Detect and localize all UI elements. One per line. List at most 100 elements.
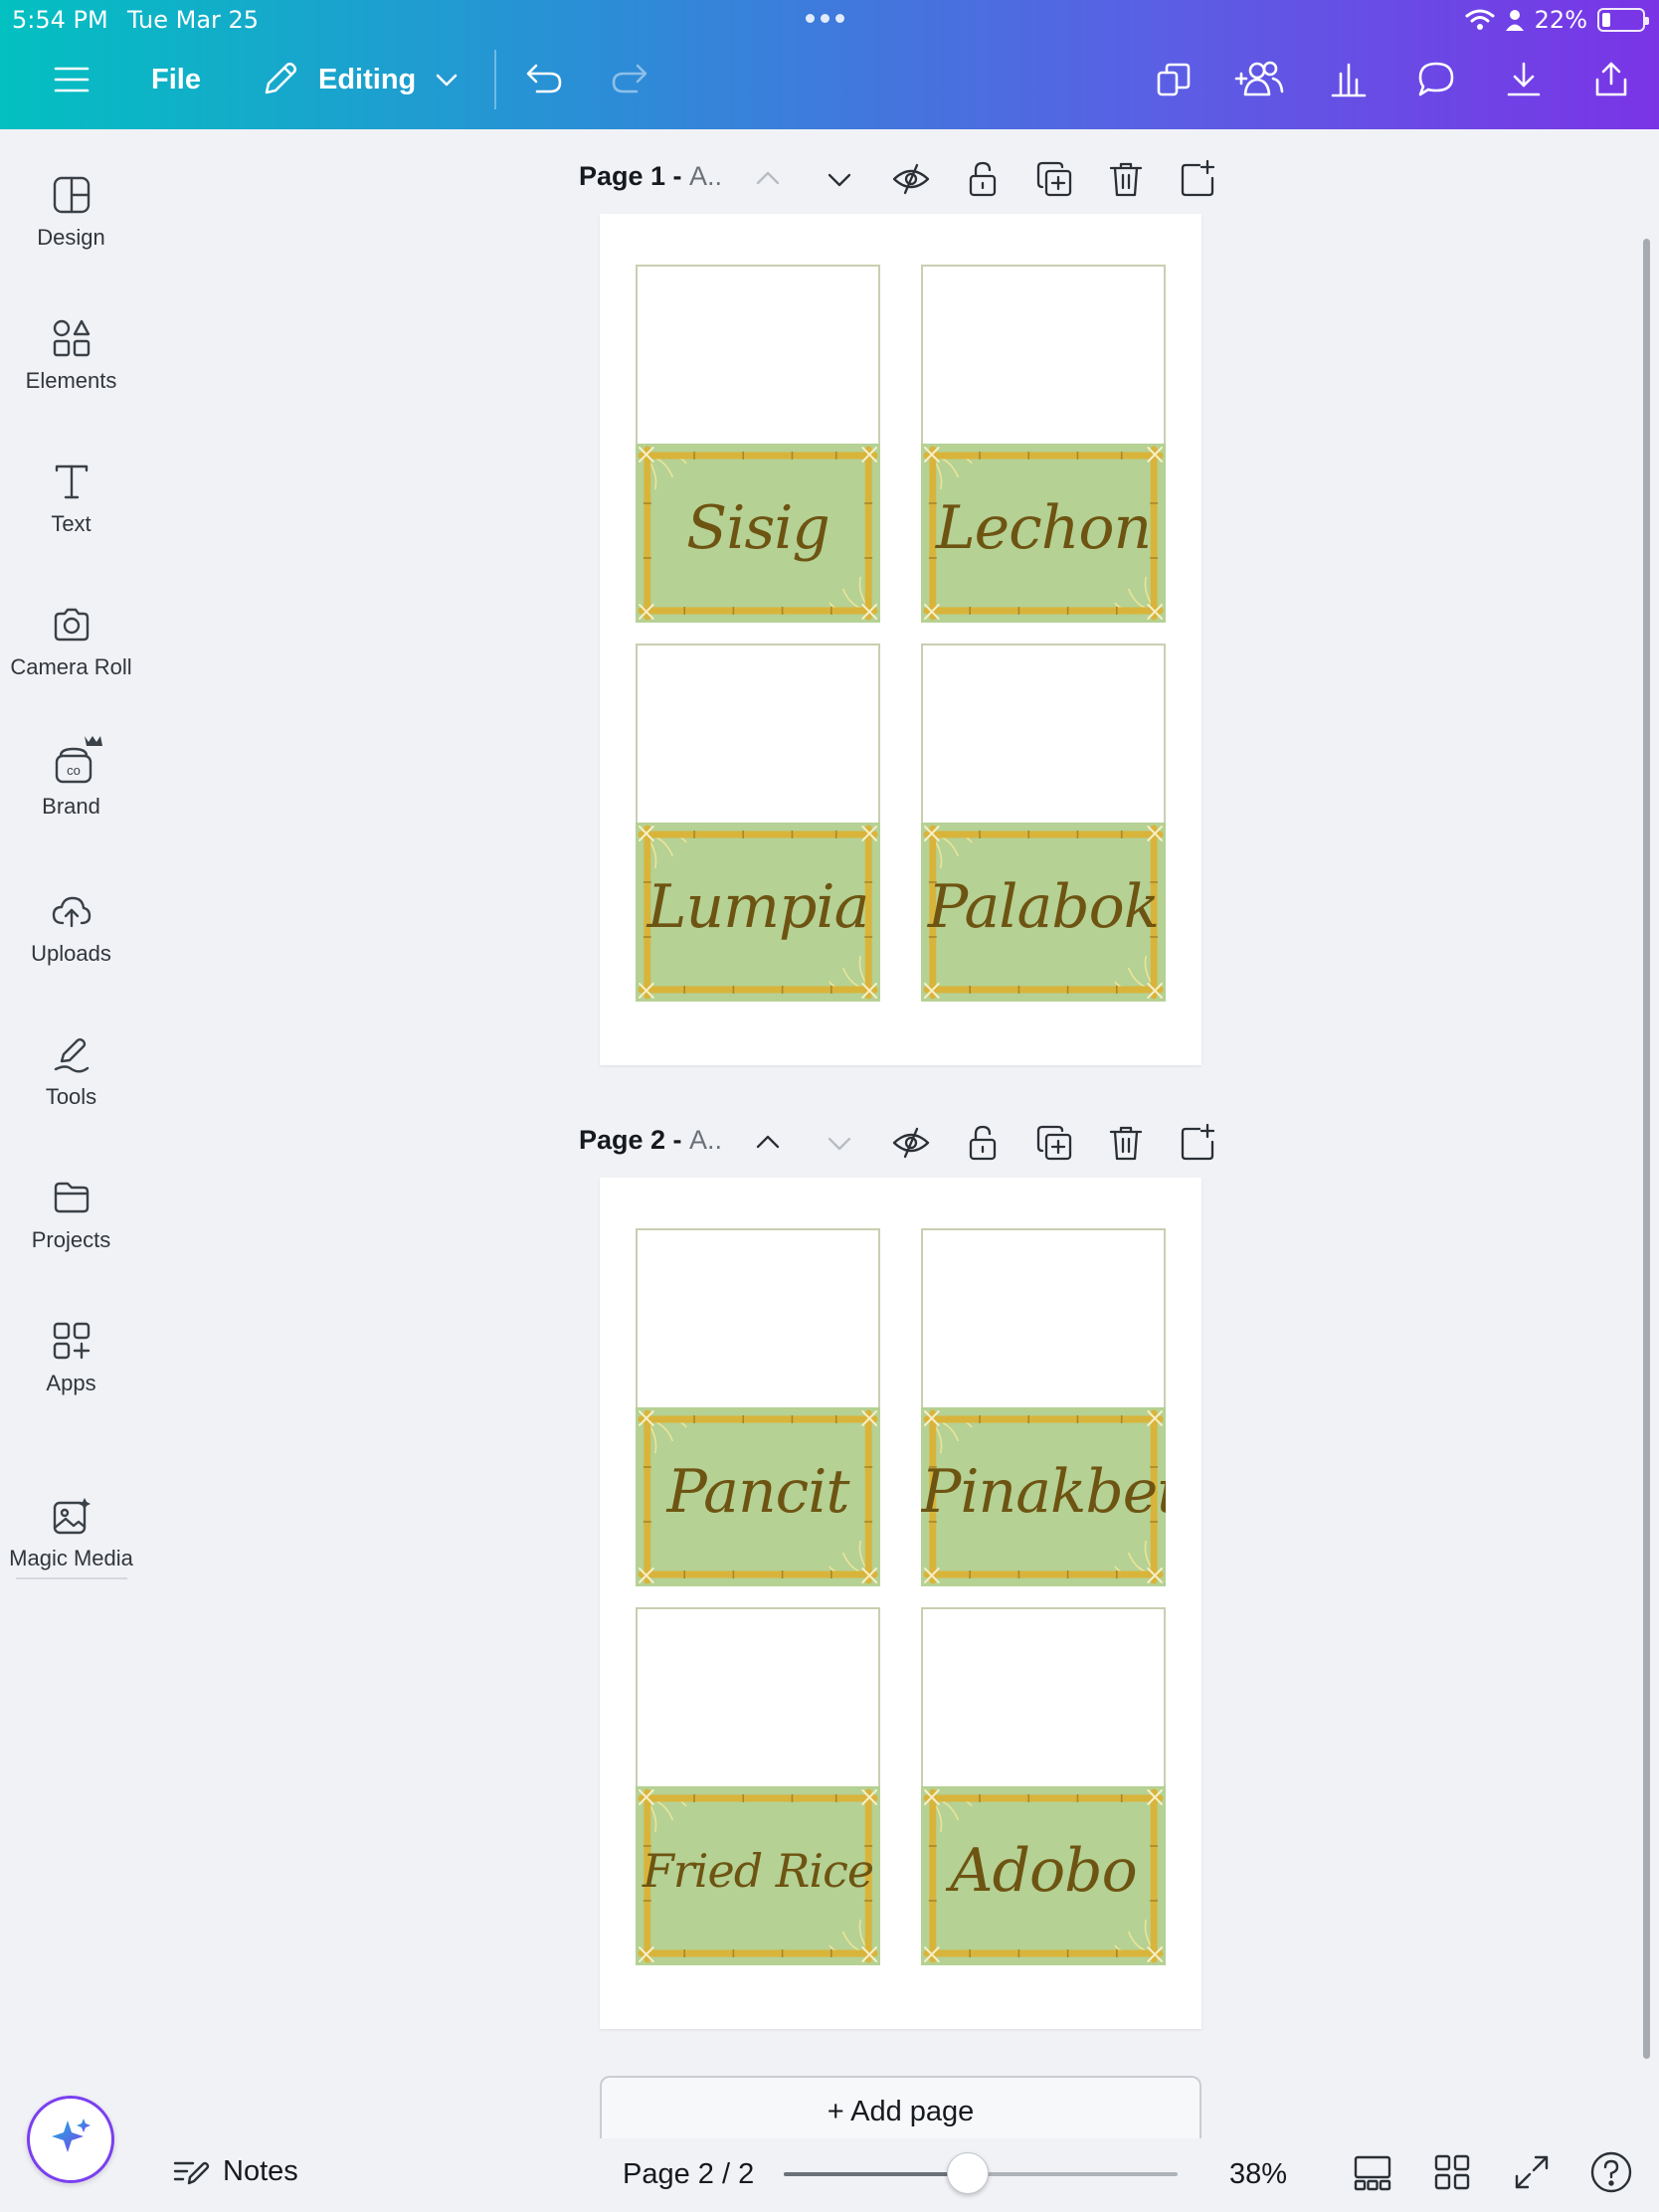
page-1-header: Page 1 - A..	[579, 151, 1215, 201]
fullscreen-button[interactable]	[1512, 2152, 1552, 2192]
move-page-down-button[interactable]	[820, 159, 859, 199]
sidebar-item-label: Projects	[31, 1227, 111, 1252]
add-page-button[interactable]: + Add page	[600, 2076, 1201, 2145]
sidebar-item-camera-roll[interactable]: Camera Roll	[0, 605, 142, 680]
card-name[interactable]: Lechon	[921, 493, 1166, 563]
apps-icon	[53, 1322, 90, 1360]
share-button[interactable]	[1591, 52, 1631, 107]
delete-page-button[interactable]	[1106, 1123, 1146, 1163]
magic-assistant-button[interactable]	[27, 2096, 114, 2183]
place-card[interactable]: Lumpia	[636, 644, 880, 1002]
page-2-canvas[interactable]: Pancit Pinakbet Fried Rice Adobo	[600, 1178, 1201, 2029]
grid-view-button[interactable]	[1432, 2152, 1472, 2192]
duplicate-icon	[1036, 161, 1072, 197]
sidebar-item-elements[interactable]: Elements	[0, 318, 142, 394]
duplicate-page-button[interactable]	[1034, 1123, 1074, 1163]
page-title[interactable]: Page 1 - A..	[579, 161, 722, 192]
sidebar-item-projects[interactable]: Projects	[0, 1178, 142, 1253]
redo-icon	[612, 64, 647, 93]
place-card[interactable]: Sisig	[636, 265, 880, 623]
share-upload-icon	[1595, 62, 1627, 96]
sparkle-icon	[52, 2119, 91, 2152]
sidebar-item-label: Uploads	[31, 941, 111, 966]
menu-button[interactable]	[52, 52, 92, 107]
add-people-icon	[1234, 61, 1284, 96]
resize-button[interactable]	[1154, 52, 1194, 107]
redo-button[interactable]	[609, 52, 650, 107]
lock-page-button[interactable]	[963, 159, 1003, 199]
page-title-text: Page 2 -	[579, 1125, 690, 1155]
move-page-up-button[interactable]	[748, 1123, 788, 1163]
wifi-icon	[1465, 9, 1495, 30]
page-1-canvas[interactable]: Sisig Lechon Lumpia Palabok	[600, 214, 1201, 1065]
sidebar-item-label: Camera Roll	[10, 654, 132, 679]
sidebar-item-label: Design	[37, 225, 105, 250]
magic-media-icon	[53, 1498, 91, 1535]
page-indicator[interactable]: Page 2 / 2	[623, 2158, 754, 2191]
multitasking-dots-icon[interactable]	[806, 14, 844, 23]
file-menu-button[interactable]: File	[151, 52, 201, 107]
zoom-slider[interactable]	[784, 2152, 1178, 2194]
share-collaborators-button[interactable]	[1233, 52, 1285, 107]
bar-chart-icon	[1331, 63, 1367, 97]
move-page-up-button[interactable]	[748, 159, 788, 199]
undo-button[interactable]	[523, 52, 565, 107]
card-name[interactable]: Pancit	[636, 1457, 880, 1527]
place-card[interactable]: Pancit	[636, 1228, 880, 1586]
place-card[interactable]: Adobo	[921, 1607, 1166, 1965]
card-name[interactable]: Lumpia	[636, 872, 880, 942]
card-panel: Palabok	[921, 823, 1166, 1002]
hide-page-button[interactable]	[891, 1123, 931, 1163]
place-card[interactable]: Lechon	[921, 265, 1166, 623]
card-panel: Adobo	[921, 1786, 1166, 1965]
status-bar: 5:54 PM Tue Mar 25 22%	[0, 4, 1659, 38]
comments-button[interactable]	[1415, 52, 1457, 107]
sidebar-item-brand[interactable]: co Brand	[0, 734, 142, 820]
place-card[interactable]: Fried Rice	[636, 1607, 880, 1965]
sidebar-divider	[16, 1577, 127, 1579]
card-name[interactable]: Fried Rice	[636, 1844, 880, 1898]
notes-button[interactable]: Notes	[171, 2151, 298, 2191]
page-view-button[interactable]	[1353, 2152, 1392, 2192]
help-button[interactable]	[1589, 2150, 1633, 2194]
add-page-after-button[interactable]	[1178, 159, 1217, 199]
page-indicator-text: Page 2 / 2	[623, 2158, 755, 2190]
eye-slash-icon	[892, 1127, 930, 1159]
sidebar-item-text[interactable]: Text	[0, 461, 142, 537]
eye-slash-icon	[892, 163, 930, 195]
left-sidebar: Design Elements Text Camera Roll co Bran…	[0, 129, 142, 2119]
page-title[interactable]: Page 2 - A..	[579, 1125, 722, 1156]
editing-mode-dropdown[interactable]: Editing	[259, 52, 460, 107]
insights-button[interactable]	[1329, 52, 1369, 107]
zoom-slider-thumb[interactable]	[946, 2152, 989, 2194]
card-name[interactable]: Adobo	[921, 1836, 1166, 1906]
sidebar-item-label: Text	[51, 511, 92, 536]
lock-icon	[969, 1125, 997, 1161]
delete-page-button[interactable]	[1106, 159, 1146, 199]
download-button[interactable]	[1504, 52, 1544, 107]
status-indicators: 22%	[1465, 6, 1649, 34]
sidebar-item-apps[interactable]: Apps	[0, 1321, 142, 1396]
sidebar-item-tools[interactable]: Tools	[0, 1034, 142, 1110]
place-card[interactable]: Pinakbet	[921, 1228, 1166, 1586]
zoom-level[interactable]: 38%	[1229, 2158, 1287, 2191]
place-card[interactable]: Palabok	[921, 644, 1166, 1002]
sidebar-item-design[interactable]: Design	[0, 175, 142, 251]
pencil-icon	[265, 62, 297, 94]
card-name[interactable]: Palabok	[921, 872, 1166, 942]
sidebar-item-label: Tools	[45, 1084, 97, 1109]
lock-icon	[969, 161, 997, 197]
card-name[interactable]: Sisig	[636, 493, 880, 563]
status-time: 5:54 PM	[12, 6, 108, 34]
lock-page-button[interactable]	[963, 1123, 1003, 1163]
card-name[interactable]: Pinakbet	[921, 1457, 1166, 1527]
move-page-down-button[interactable]	[820, 1123, 859, 1163]
sidebar-item-magic-media[interactable]: Magic Media	[0, 1496, 142, 1571]
sidebar-item-uploads[interactable]: Uploads	[0, 891, 142, 967]
vertical-scrollbar[interactable]	[1643, 239, 1650, 2059]
add-page-after-button[interactable]	[1178, 1123, 1217, 1163]
hide-page-button[interactable]	[891, 159, 931, 199]
page-title-name: A..	[689, 161, 723, 191]
duplicate-page-button[interactable]	[1034, 159, 1074, 199]
trash-icon	[1109, 1126, 1143, 1161]
